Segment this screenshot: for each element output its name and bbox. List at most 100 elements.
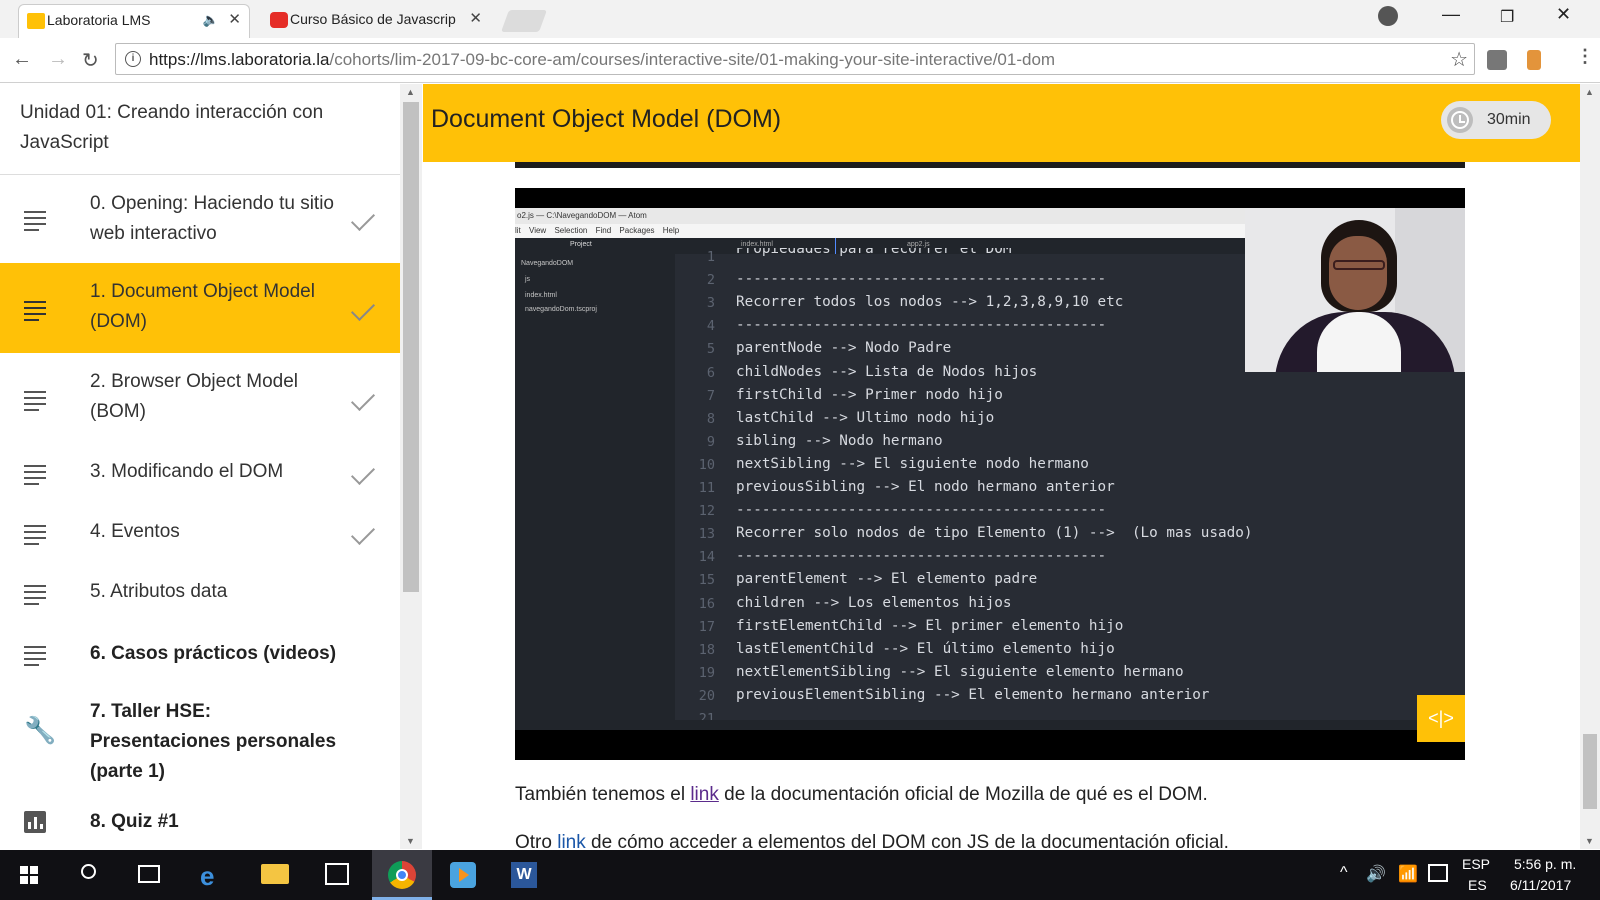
sidebar-item-dom[interactable]: 1. Document Object Model (DOM) [0, 263, 400, 353]
reload-icon[interactable]: ↻ [82, 48, 99, 73]
profile-icon[interactable] [1378, 6, 1398, 26]
line-number: 14 [698, 549, 715, 566]
back-arrow-icon[interactable]: ← [12, 48, 32, 71]
line-number: 10 [698, 456, 715, 473]
forward-arrow-icon[interactable]: → [48, 48, 68, 71]
line-number: 5 [706, 341, 715, 358]
sidebar-item-taller[interactable]: 🔧 7. Taller HSE: Presentaciones personal… [0, 685, 400, 795]
language-code[interactable]: ESP [1462, 856, 1490, 872]
file-explorer-button[interactable] [248, 850, 302, 900]
menu-item: Selection [554, 226, 588, 235]
unit-title: Unidad 01: Creando interacción con JavaS… [20, 102, 324, 153]
task-view-button[interactable] [122, 850, 176, 900]
clock-date[interactable]: 6/11/2017 [1510, 877, 1571, 893]
line-number: 20 [698, 687, 715, 704]
line-number: 8 [706, 410, 715, 427]
editor-status-bar [515, 720, 1465, 730]
url-bar[interactable]: i https://lms.laboratoria.la/cohorts/lim… [115, 43, 1475, 75]
store-icon [325, 863, 349, 885]
lines-icon [24, 465, 46, 489]
close-window-button[interactable]: ✕ [1556, 4, 1571, 25]
word-button[interactable]: W [494, 850, 554, 900]
page-title: Document Object Model (DOM) [431, 105, 782, 133]
sidebar-scrollbar[interactable]: ▲ ▼ [400, 84, 422, 849]
windows-taskbar: e W ^ 🔊 📶 ESP ES 5:56 p. m. 6/11/2017 [0, 850, 1600, 900]
clock-time[interactable]: 5:56 p. m. [1514, 856, 1576, 872]
scroll-down-arrow-icon[interactable]: ▼ [406, 836, 415, 846]
minimize-button[interactable]: — [1442, 4, 1460, 25]
line-number: 9 [706, 433, 715, 450]
code-line: firstElementChild --> El primer elemento… [736, 617, 1124, 634]
tab-title: Laboratoria LMS [47, 12, 151, 28]
wifi-icon[interactable]: 📶 [1398, 864, 1418, 884]
keyboard-layout[interactable]: ES [1468, 877, 1487, 893]
chart-icon [24, 811, 46, 833]
tree-item: js [525, 276, 531, 283]
code-line: ----------------------------------------… [736, 317, 1107, 334]
start-button[interactable] [0, 850, 54, 900]
menu-item: Find [595, 226, 612, 235]
search-button[interactable] [64, 850, 118, 900]
sidebar-item-opening[interactable]: 0. Opening: Haciendo tu sitio web intera… [0, 175, 400, 263]
notifications-icon[interactable] [1428, 864, 1448, 882]
sidebar-item-modificando[interactable]: 3. Modificando el DOM [0, 443, 400, 503]
scroll-thumb[interactable] [1583, 734, 1597, 809]
editor-title: o2.js — C:\NavegandoDOM — Atom [515, 208, 1245, 224]
bookmark-star-icon[interactable]: ☆ [1450, 47, 1468, 72]
sidebar-item-quiz[interactable]: 8. Quiz #1 [0, 795, 400, 849]
code-line: ----------------------------------------… [736, 502, 1107, 519]
checkmark-icon [350, 520, 376, 546]
code-line: parentElement --> El elemento padre [736, 571, 1038, 588]
extension-hammer-icon[interactable] [1527, 50, 1541, 70]
tree-item: NavegandoDOM [521, 260, 574, 267]
sidebar-item-bom[interactable]: 2. Browser Object Model (BOM) [0, 353, 400, 443]
close-tab-icon[interactable]: ✕ [469, 4, 482, 34]
scroll-up-arrow-icon[interactable]: ▲ [406, 87, 415, 97]
line-number: 15 [698, 572, 715, 589]
code-line: children --> Los elementos hijos [736, 594, 1012, 611]
site-info-icon[interactable]: i [125, 51, 141, 67]
line-number: 1 [706, 249, 715, 265]
menu-item: View [529, 226, 547, 235]
code-line: ----------------------------------------… [736, 548, 1107, 565]
camtasia-button[interactable] [433, 850, 493, 900]
sidebar-item-label: 2. Browser Object Model (BOM) [90, 371, 299, 422]
sidebar-item-casos[interactable]: 6. Casos prácticos (videos) [0, 623, 400, 685]
line-number: 12 [698, 503, 715, 520]
chrome-button[interactable] [372, 850, 432, 900]
video-player[interactable]: o2.js — C:\NavegandoDOM — Atom lit View … [515, 188, 1465, 760]
menu-dots-icon[interactable]: ⋮ [1576, 46, 1594, 67]
volume-icon[interactable]: 🔊 [1366, 864, 1386, 884]
code-line: ----------------------------------------… [736, 271, 1107, 288]
checkmark-icon [350, 386, 376, 412]
tree-item: navegandoDom.tscproj [525, 306, 597, 313]
line-number: 19 [698, 664, 715, 681]
new-tab-button[interactable] [500, 10, 548, 32]
project-tree: Project NavegandoDOM js index.html naveg… [515, 238, 675, 730]
speaker-icon[interactable]: 🔈 [203, 5, 219, 35]
checkmark-icon [350, 460, 376, 486]
restore-button[interactable]: ❐ [1500, 7, 1514, 27]
youtube-favicon-icon [270, 12, 288, 28]
show-hidden-icons-chevron-icon[interactable]: ^ [1340, 864, 1348, 882]
line-number: 13 [698, 526, 715, 543]
editor-tab: index.html [741, 241, 773, 248]
close-tab-icon[interactable]: ✕ [228, 5, 241, 35]
code-line: Recorrer solo nodos de tipo Elemento (1)… [736, 525, 1253, 542]
scroll-down-arrow-icon[interactable]: ▼ [1585, 836, 1594, 846]
scroll-thumb[interactable] [403, 102, 419, 592]
lines-icon [24, 585, 46, 609]
url-text: https://lms.laboratoria.la/cohorts/lim-2… [149, 50, 1056, 69]
line-number: 16 [698, 595, 715, 612]
tab-laboratoria-lms[interactable]: Laboratoria LMS 🔈 ✕ [18, 4, 250, 38]
page-scrollbar[interactable]: ▲ ▼ [1580, 84, 1600, 849]
scroll-up-arrow-icon[interactable]: ▲ [1585, 87, 1594, 97]
mozilla-dom-link[interactable]: link [690, 784, 719, 805]
sidebar-item-eventos[interactable]: 4. Eventos [0, 503, 400, 563]
tab-curso-javascript[interactable]: Curso Básico de Javascrip ✕ [262, 4, 490, 38]
browser-tab-bar: Laboratoria LMS 🔈 ✕ Curso Básico de Java… [0, 0, 1600, 38]
edge-button[interactable]: e [185, 850, 239, 900]
store-button[interactable] [310, 850, 364, 900]
sidebar-item-atributos[interactable]: 5. Atributos data [0, 563, 400, 623]
extension-briefcase-icon[interactable] [1487, 50, 1507, 70]
